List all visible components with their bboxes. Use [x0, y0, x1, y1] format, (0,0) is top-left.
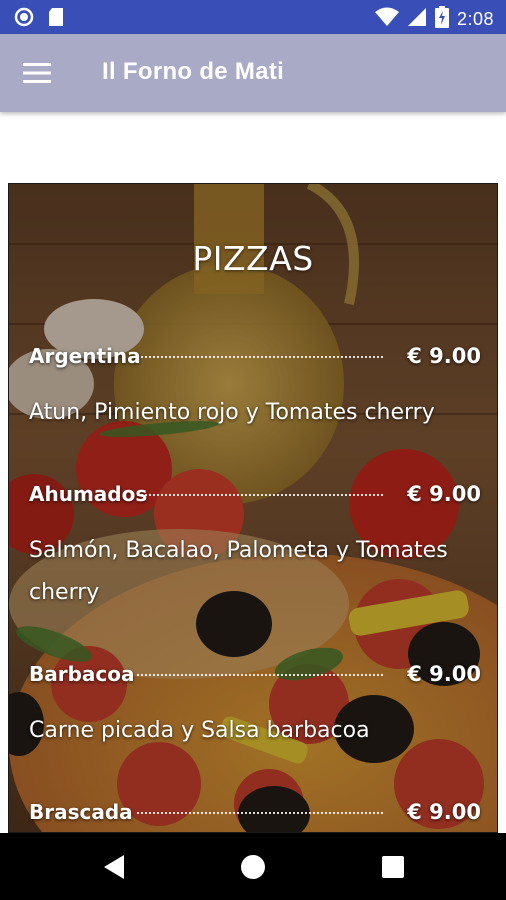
dotted-leader	[137, 356, 383, 358]
item-name: Ahumados	[29, 482, 148, 506]
menu-item-barbacoa[interactable]: Barbacoa € 9.00 Carne picada y Salsa bar…	[29, 662, 481, 752]
notification-circle-icon	[14, 7, 34, 32]
status-bar: 2:08	[0, 0, 506, 34]
wifi-icon	[374, 7, 399, 32]
battery-icon	[434, 6, 449, 33]
menu-item-ahumados[interactable]: Ahumados € 9.00 Salmón, Bacalao, Palomet…	[29, 482, 481, 614]
item-name: Brascada	[29, 800, 133, 824]
menu-item-argentina[interactable]: Argentina € 9.00 Atun, Pimiento rojo y T…	[29, 344, 481, 434]
navigation-bar	[0, 833, 506, 900]
status-clock: 2:08	[456, 9, 494, 29]
item-price: € 9.00	[407, 800, 481, 824]
home-icon[interactable]	[237, 851, 269, 883]
hamburger-menu-icon[interactable]	[18, 54, 56, 92]
item-description: Salmón, Bacalao, Palometa y Tomates cher…	[29, 538, 448, 605]
dotted-leader	[137, 494, 383, 496]
item-name: Barbacoa	[29, 662, 135, 686]
item-description: Atun, Pimiento rojo y Tomates cherry	[29, 400, 435, 425]
sd-card-icon	[48, 7, 64, 32]
dotted-leader	[137, 812, 383, 814]
back-icon[interactable]	[98, 851, 130, 883]
signal-icon	[407, 7, 427, 32]
item-description: Carne picada y Salsa barbacoa	[29, 718, 370, 743]
app-title: Il Forno de Mati	[102, 58, 285, 85]
item-price: € 9.00	[407, 482, 481, 506]
app-bar: Il Forno de Mati	[0, 34, 506, 112]
section-title: PIZZAS	[192, 239, 314, 278]
menu-item-brascada[interactable]: Brascada € 9.00	[29, 800, 481, 830]
item-price: € 9.00	[407, 662, 481, 686]
recents-icon[interactable]	[377, 851, 409, 883]
item-price: € 9.00	[407, 344, 481, 368]
item-name: Argentina	[29, 344, 141, 368]
menu-card[interactable]: PIZZAS Argentina € 9.00 Atun, Pimiento r…	[8, 183, 498, 833]
dotted-leader	[137, 674, 383, 676]
